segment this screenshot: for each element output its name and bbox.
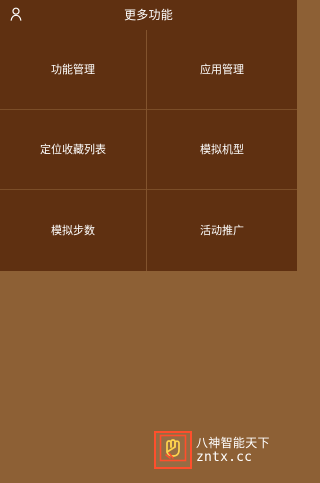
feature-tile-device-model[interactable]: 模拟机型 xyxy=(147,110,297,190)
top-bar: 更多功能 xyxy=(0,0,297,30)
feature-tile-app-management[interactable]: 应用管理 xyxy=(147,30,297,110)
user-button[interactable] xyxy=(7,6,25,24)
feature-tile-promotion[interactable]: 活动推广 xyxy=(147,190,297,271)
watermark-text-group: 八神智能天下 zntx.cc xyxy=(196,437,270,464)
watermark-title: 八神智能天下 xyxy=(196,435,270,450)
feature-tile-location-favorites[interactable]: 定位收藏列表 xyxy=(0,110,146,190)
feature-grid: 功能管理 应用管理 定位收藏列表 模拟机型 模拟步数 活动推广 xyxy=(0,30,297,271)
watermark-url: zntx.cc xyxy=(196,449,253,465)
hand-logo-icon xyxy=(159,434,187,466)
page-title: 更多功能 xyxy=(124,8,173,22)
feature-tile-function-management[interactable]: 功能管理 xyxy=(0,30,146,110)
watermark-logo xyxy=(154,431,192,469)
watermark: 八神智能天下 zntx.cc xyxy=(154,430,286,470)
feature-tile-step-simulation[interactable]: 模拟步数 xyxy=(0,190,146,271)
user-icon xyxy=(9,6,23,25)
